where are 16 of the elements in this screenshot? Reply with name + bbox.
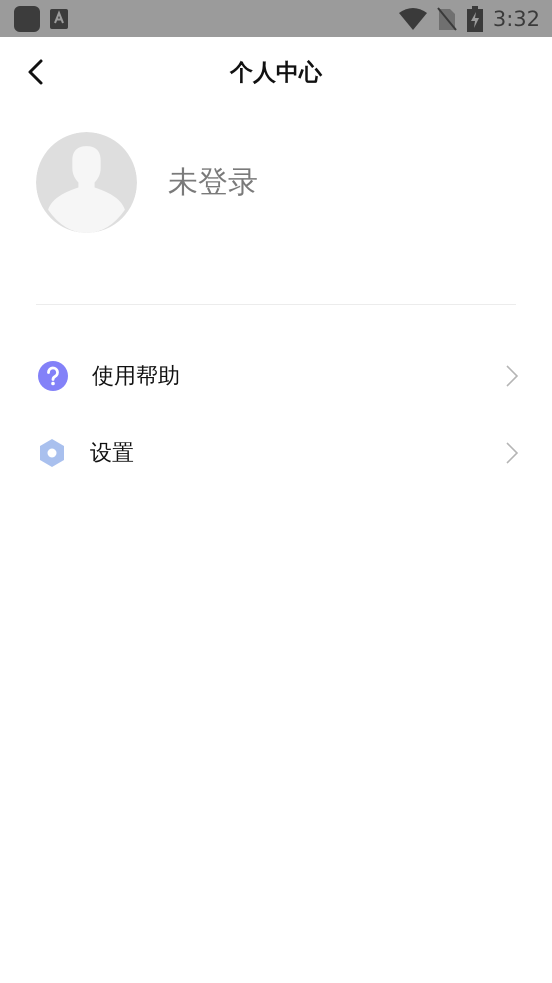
- help-icon: [38, 360, 68, 390]
- menu-item[interactable]: 使用帮助: [0, 337, 552, 414]
- chevron-icon: [506, 364, 518, 386]
- no-sim-icon: [436, 6, 457, 30]
- menu-label: 设置: [90, 440, 135, 468]
- clock: 3:32: [492, 6, 540, 30]
- app-icon: [14, 6, 40, 32]
- settings-icon: [38, 438, 66, 468]
- battery-icon: [466, 6, 483, 32]
- page-title: 个人中心: [230, 60, 322, 86]
- keyboard-icon: [50, 8, 68, 28]
- menu-label: 使用帮助: [92, 362, 181, 390]
- menu-item[interactable]: 设置: [0, 414, 552, 491]
- login-status[interactable]: 未登录: [168, 162, 258, 203]
- wifi-icon: [398, 8, 427, 30]
- chevron-icon: [506, 442, 518, 464]
